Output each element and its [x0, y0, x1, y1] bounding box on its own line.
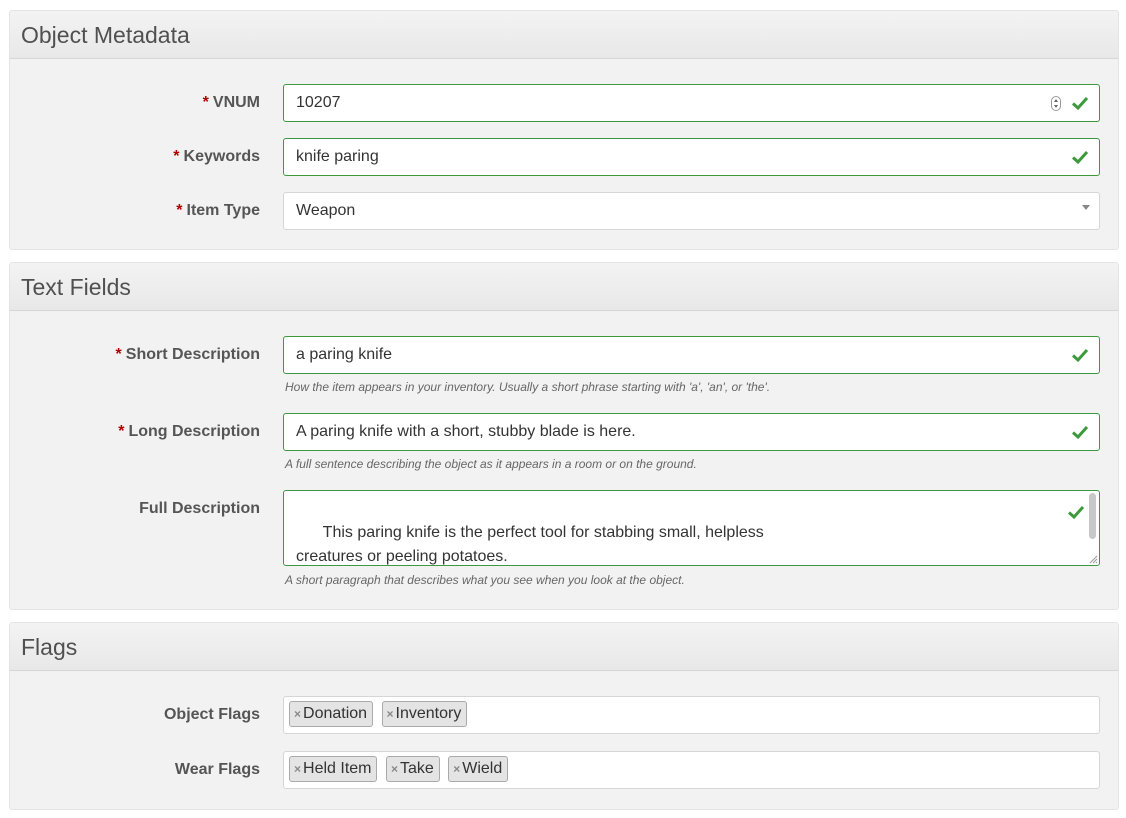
checkmark-icon — [1071, 150, 1089, 165]
required-marker: * — [176, 202, 183, 219]
x-icon[interactable]: × — [391, 757, 398, 781]
wear-flags-label: Wear Flags — [174, 761, 260, 778]
long-description-label: * Long Description — [118, 423, 260, 440]
caret-down-icon — [1082, 205, 1090, 210]
keywords-label: * Keywords — [173, 148, 260, 165]
tag-take: × Take — [385, 755, 440, 782]
checkmark-icon — [1071, 425, 1089, 440]
checkmark-icon — [1071, 96, 1089, 111]
item-type-select[interactable]: Weapon — [283, 192, 1100, 230]
required-marker: * — [173, 148, 180, 165]
checkmark-icon — [1071, 348, 1089, 363]
full-description-textarea[interactable]: This paring knife is the perfect tool fo… — [283, 490, 1100, 566]
tag-held-item: × Held Item — [289, 755, 378, 782]
full-description-help: A short paragraph that describes what yo… — [285, 573, 685, 587]
tag-inventory: × Inventory — [381, 700, 468, 727]
text-fields-panel: Text Fields * Short Description a paring … — [9, 262, 1119, 610]
vnum-input[interactable]: 10207 — [283, 84, 1100, 122]
short-description-input[interactable]: a paring knife — [283, 336, 1100, 374]
resize-handle-icon[interactable] — [1088, 554, 1098, 564]
object-metadata-panel: Object Metadata * VNUM 10207 * Keywords kn… — [9, 10, 1119, 250]
long-description-help: A full sentence describing the object as… — [285, 457, 697, 471]
textarea-scrollbar[interactable] — [1089, 493, 1096, 539]
short-description-label: * Short Description — [115, 346, 260, 363]
object-flags-label: Object Flags — [163, 706, 260, 723]
keywords-input[interactable]: knife paring — [283, 138, 1100, 176]
vnum-label: * VNUM — [202, 94, 260, 111]
object-metadata-heading: Object Metadata — [10, 11, 1118, 59]
required-marker: * — [202, 94, 209, 111]
required-marker: * — [118, 423, 125, 440]
tag-wield: × Wield — [448, 755, 509, 782]
checkmark-icon — [1067, 505, 1085, 520]
short-description-help: How the item appears in your inventory. … — [285, 380, 771, 394]
required-marker: * — [115, 346, 122, 363]
flags-panel: Flags Object Flags × Donation × Inventory … — [9, 622, 1119, 810]
text-fields-heading: Text Fields — [10, 263, 1118, 311]
x-icon[interactable]: × — [387, 702, 394, 726]
long-description-input[interactable]: A paring knife with a short, stubby blad… — [283, 413, 1100, 451]
x-icon[interactable]: × — [294, 702, 301, 726]
tag-donation: × Donation — [289, 700, 374, 727]
wear-flags-multiselect[interactable]: × Held Item × Take × Wield — [283, 751, 1100, 789]
item-type-label: * Item Type — [176, 202, 260, 219]
spinner-icon[interactable] — [1051, 96, 1061, 111]
object-flags-multiselect[interactable]: × Donation × Inventory — [283, 696, 1100, 734]
full-description-label: Full Description — [139, 500, 260, 517]
flags-heading: Flags — [10, 623, 1118, 671]
x-icon[interactable]: × — [294, 757, 301, 781]
x-icon[interactable]: × — [453, 757, 460, 781]
